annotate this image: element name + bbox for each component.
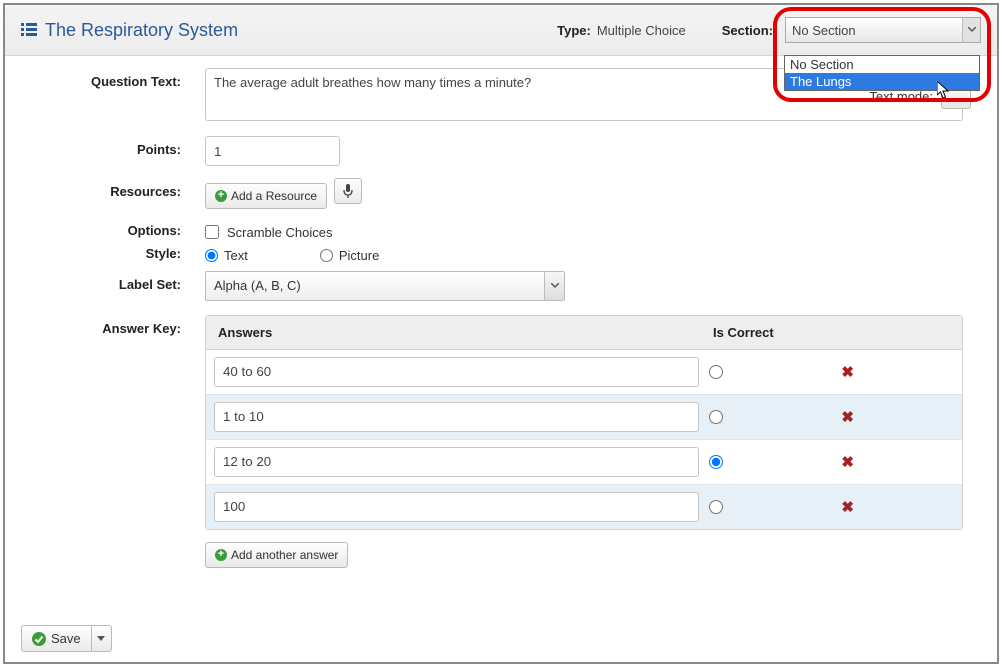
correct-radio[interactable] — [709, 500, 723, 514]
correct-radio[interactable] — [709, 365, 723, 379]
section-select-value: No Section — [792, 23, 856, 38]
scramble-label: Scramble Choices — [227, 225, 333, 240]
answer-input[interactable] — [214, 492, 699, 522]
type-value: Multiple Choice — [597, 23, 686, 38]
question-text-label: Question Text: — [29, 68, 205, 124]
options-label: Options: — [29, 221, 205, 240]
section-select[interactable]: No Section — [785, 17, 981, 43]
check-icon — [32, 632, 46, 646]
label-set-select[interactable]: Alpha (A, B, C) — [205, 271, 565, 301]
style-text-radio[interactable] — [205, 249, 218, 262]
plus-icon: + — [215, 549, 227, 561]
add-resource-label: Add a Resource — [231, 189, 317, 203]
delete-icon[interactable]: ✖ — [841, 498, 854, 516]
points-input[interactable] — [205, 136, 340, 166]
answer-key-label: Answer Key: — [29, 315, 205, 568]
answer-row: ✖ — [206, 440, 962, 485]
header-bar: The Respiratory System Type: Multiple Ch… — [5, 5, 997, 56]
save-dropdown-button[interactable] — [92, 625, 112, 652]
answer-input[interactable] — [214, 447, 699, 477]
mic-button[interactable] — [334, 178, 362, 204]
add-resource-button[interactable]: + Add a Resource — [205, 183, 327, 209]
type-label: Type: — [557, 23, 591, 38]
is-correct-header: Is Correct — [713, 325, 950, 340]
style-picture-label: Picture — [339, 248, 379, 263]
answer-row: ✖ — [206, 350, 962, 395]
correct-radio[interactable] — [709, 410, 723, 424]
microphone-icon — [343, 184, 353, 198]
correct-radio[interactable] — [709, 455, 723, 469]
style-picture-radio[interactable] — [320, 249, 333, 262]
cursor-icon — [937, 81, 953, 101]
label-set-value: Alpha (A, B, C) — [214, 278, 301, 293]
style-label: Style: — [29, 244, 205, 263]
list-icon — [21, 23, 37, 37]
save-label: Save — [51, 631, 81, 646]
chevron-down-icon — [962, 18, 980, 42]
answer-input[interactable] — [214, 402, 699, 432]
chevron-down-icon — [544, 272, 564, 300]
caret-down-icon — [97, 636, 105, 641]
delete-icon[interactable]: ✖ — [841, 363, 854, 381]
answers-header: Answers — [218, 325, 713, 340]
section-option-no-section[interactable]: No Section — [785, 56, 979, 73]
add-another-answer-button[interactable]: + Add another answer — [205, 542, 348, 568]
style-text-label: Text — [224, 248, 248, 263]
scramble-checkbox[interactable] — [205, 225, 219, 239]
answer-input[interactable] — [214, 357, 699, 387]
add-another-label: Add another answer — [231, 548, 338, 562]
section-label: Section: — [722, 23, 773, 38]
delete-icon[interactable]: ✖ — [841, 408, 854, 426]
answer-table: Answers Is Correct ✖ ✖ — [205, 315, 963, 530]
resources-label: Resources: — [29, 178, 205, 209]
answer-row: ✖ — [206, 485, 962, 529]
points-label: Points: — [29, 136, 205, 166]
answer-row: ✖ — [206, 395, 962, 440]
page-title: The Respiratory System — [45, 20, 238, 41]
save-button[interactable]: Save — [21, 625, 92, 652]
label-set-label: Label Set: — [29, 271, 205, 301]
plus-icon: + — [215, 190, 227, 202]
delete-icon[interactable]: ✖ — [841, 453, 854, 471]
